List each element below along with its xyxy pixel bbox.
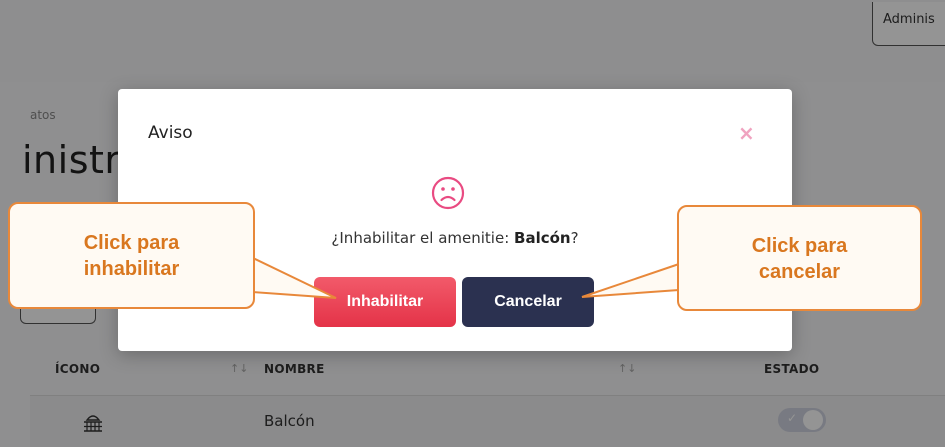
- cancel-button[interactable]: Cancelar: [462, 277, 594, 327]
- sad-face-icon: [431, 176, 465, 210]
- callout-cancelar: Click para cancelar: [677, 205, 922, 311]
- message-item: Balcón: [514, 229, 571, 247]
- message-prefix: ¿Inhabilitar el amenitie:: [331, 229, 515, 247]
- callout-line: cancelar: [758, 261, 841, 283]
- callout-line: Click para: [83, 232, 180, 254]
- message-suffix: ?: [570, 229, 579, 247]
- callout-line: Click para: [751, 235, 848, 257]
- callout-line: inhabilitar: [83, 258, 180, 280]
- callout-inhabilitar: Click para inhabilitar: [8, 202, 255, 309]
- close-icon[interactable]: ×: [738, 121, 755, 145]
- inhabilitar-button[interactable]: Inhabilitar: [314, 277, 456, 327]
- dialog-title: Aviso: [148, 123, 193, 143]
